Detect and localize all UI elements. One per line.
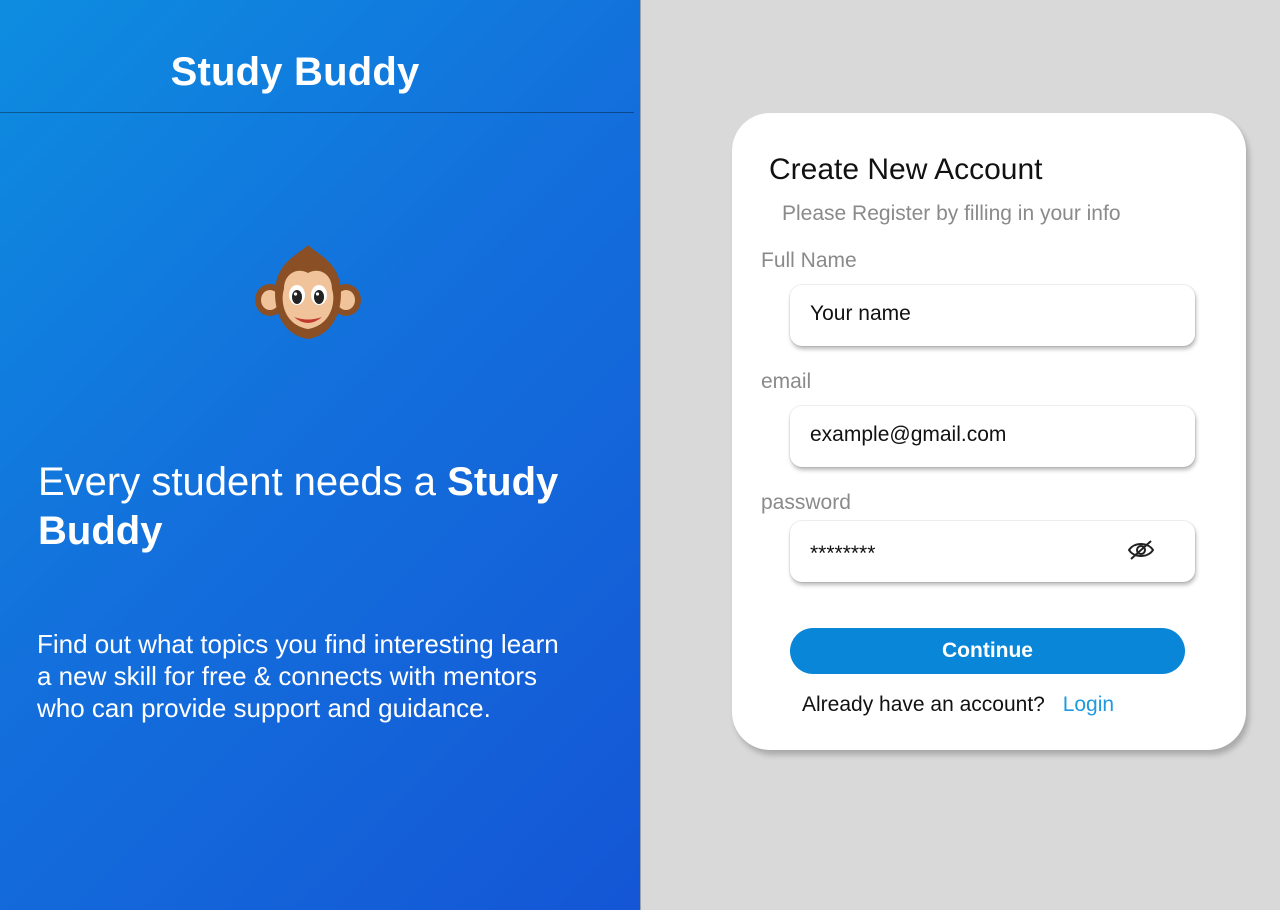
brand-header: Study Buddy xyxy=(0,0,634,113)
email-field[interactable]: example@gmail.com xyxy=(790,406,1195,467)
full-name-field[interactable]: Your name xyxy=(790,285,1195,346)
full-name-value: Your name xyxy=(810,302,911,325)
login-link[interactable]: Login xyxy=(1063,693,1114,716)
signup-card: Create New Account Please Register by fi… xyxy=(732,113,1246,750)
intro-panel: Study Buddy Every student needs a Study … xyxy=(0,0,640,910)
form-title: Create New Account xyxy=(769,153,1043,186)
login-row: Already have an account? Login xyxy=(802,693,1114,717)
email-value: example@gmail.com xyxy=(810,423,1007,446)
login-prompt: Already have an account? xyxy=(802,693,1045,716)
tagline-prefix: Every student needs a xyxy=(38,460,448,504)
form-subtitle: Please Register by filling in your info xyxy=(782,202,1121,225)
brand-title: Study Buddy xyxy=(170,50,420,94)
password-field[interactable]: ******** xyxy=(790,521,1195,582)
panel-divider xyxy=(640,0,641,910)
intro-description: Find out what topics you find interestin… xyxy=(37,629,559,723)
full-name-label: Full Name xyxy=(761,249,857,272)
password-value: ******** xyxy=(810,542,876,565)
continue-button[interactable]: Continue xyxy=(790,628,1185,674)
email-label: email xyxy=(761,370,812,393)
monkey-face-icon xyxy=(255,245,361,339)
tagline: Every student needs a Study Buddy xyxy=(38,458,618,556)
eye-slash-icon[interactable] xyxy=(1127,538,1155,562)
password-label: password xyxy=(761,491,851,514)
